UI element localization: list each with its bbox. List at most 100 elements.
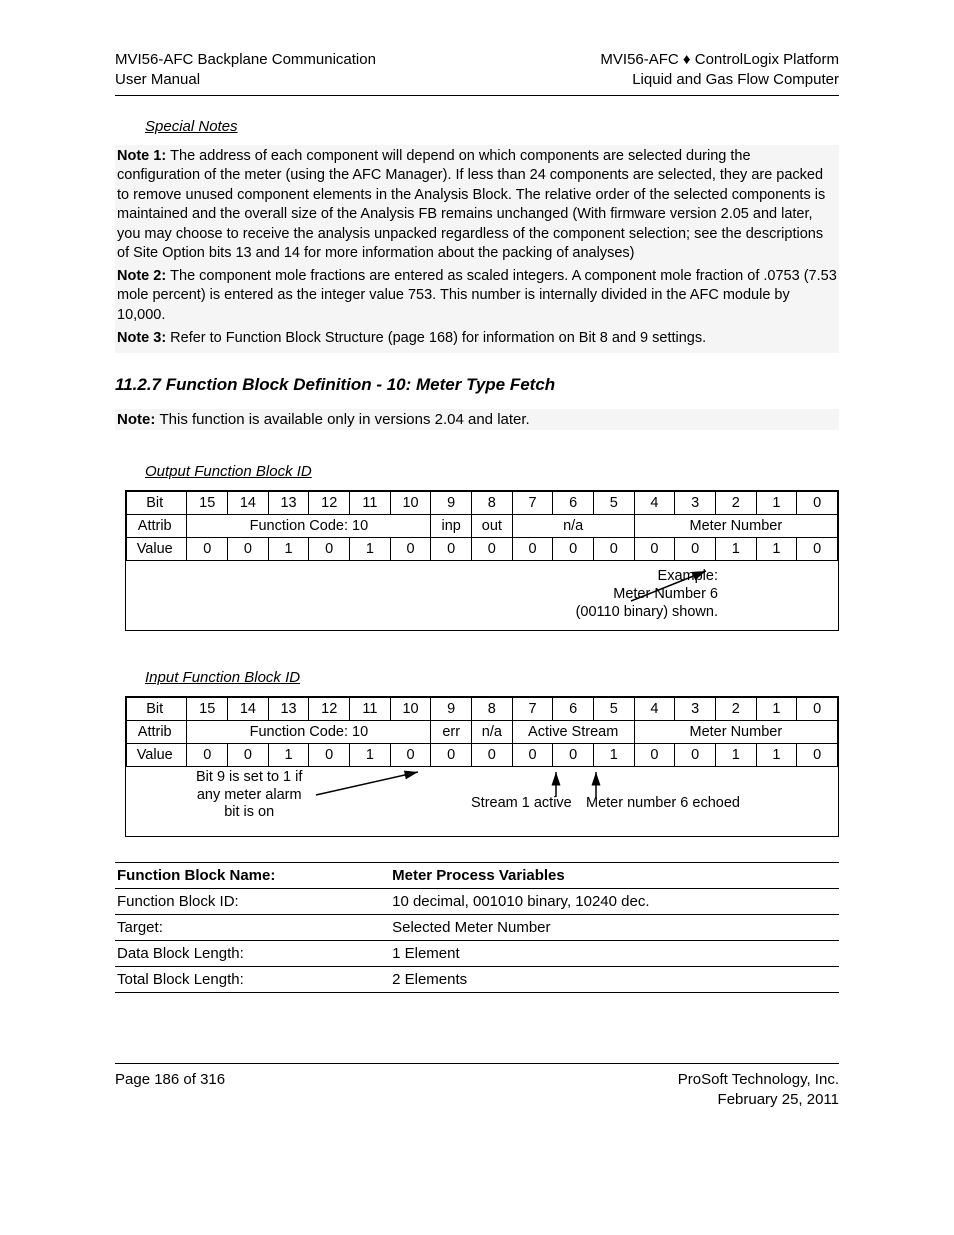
note-firmware-text: This function is available only in versi… [160, 411, 530, 428]
cell-value: 0 [675, 538, 716, 561]
cell-value: 0 [431, 744, 472, 767]
cell-bit: 8 [472, 698, 513, 721]
info-key: Total Block Length: [115, 967, 390, 993]
cell-bit: 7 [512, 698, 553, 721]
header-right-line1: MVI56-AFC ♦ ControlLogix Platform [600, 51, 839, 68]
cell-value: 1 [715, 538, 756, 561]
cell-value: 1 [268, 538, 309, 561]
cell-value: 0 [431, 538, 472, 561]
cell-bit: 5 [593, 698, 634, 721]
cell-bit: 4 [634, 492, 675, 515]
note3-label: Note 3: [117, 330, 170, 346]
cell-value: 0 [309, 538, 350, 561]
cell-bit: 13 [268, 698, 309, 721]
cell-value: 0 [512, 538, 553, 561]
input-mid-note: Stream 1 active [471, 795, 572, 811]
note1-label: Note 1: [117, 148, 170, 164]
note-firmware-label: Note: [117, 411, 160, 428]
header-rule [115, 95, 839, 96]
cell-value: 0 [512, 744, 553, 767]
note-firmware-block: Note: This function is available only in… [115, 409, 839, 430]
footer-rule [115, 1063, 839, 1064]
cell-bit: 3 [675, 698, 716, 721]
cell-value: 0 [228, 538, 269, 561]
note1-text: The address of each component will depen… [117, 148, 825, 262]
cell-bit: 6 [553, 492, 594, 515]
cell-bit: 13 [268, 492, 309, 515]
header-right-line2: Liquid and Gas Flow Computer [632, 71, 839, 88]
info-val: Meter Process Variables [390, 863, 839, 889]
cell-na: n/a [512, 515, 634, 538]
special-notes-heading: Special Notes [145, 118, 238, 135]
cell-value: 0 [797, 744, 838, 767]
cell-value-label: Value [127, 744, 187, 767]
cell-bit: 3 [675, 492, 716, 515]
note2-label: Note 2: [117, 268, 170, 284]
table-row: Attrib Function Code: 10 inp out n/a Met… [127, 515, 838, 538]
info-val: 10 decimal, 001010 binary, 10240 dec. [390, 889, 839, 915]
cell-attrib-label: Attrib [127, 721, 187, 744]
special-notes-block: Note 1: The address of each component wi… [115, 145, 839, 354]
output-annotation: Example: Meter Number 6 (00110 binary) s… [126, 561, 838, 630]
output-fb-heading: Output Function Block ID [145, 463, 312, 480]
table-row: Bit 15 14 13 12 11 10 9 8 7 6 5 4 3 2 1 … [127, 698, 838, 721]
cell-bit: 4 [634, 698, 675, 721]
cell-bit: 7 [512, 492, 553, 515]
info-key: Target: [115, 915, 390, 941]
input-annotation: Bit 9 is set to 1 if any meter alarm bit… [126, 767, 838, 836]
input-fb-table-wrap: Bit 15 14 13 12 11 10 9 8 7 6 5 4 3 2 1 … [125, 696, 839, 837]
info-key: Function Block ID: [115, 889, 390, 915]
cell-value: 0 [472, 744, 513, 767]
note2-text: The component mole fractions are entered… [117, 268, 837, 323]
info-key: Data Block Length: [115, 941, 390, 967]
table-row: Attrib Function Code: 10 err n/a Active … [127, 721, 838, 744]
output-annot-l2: Meter Number 6 [613, 586, 718, 602]
cell-bit: 15 [187, 698, 228, 721]
cell-bit: 10 [390, 492, 431, 515]
cell-value: 1 [268, 744, 309, 767]
cell-bit: 1 [756, 492, 797, 515]
cell-bit: 8 [472, 492, 513, 515]
cell-value: 0 [187, 538, 228, 561]
cell-bit: 12 [309, 698, 350, 721]
table-row: Data Block Length: 1 Element [115, 941, 839, 967]
footer-date: February 25, 2011 [718, 1091, 839, 1108]
header-left-line2: User Manual [115, 71, 200, 88]
cell-value: 1 [350, 744, 391, 767]
cell-value: 0 [390, 538, 431, 561]
cell-value: 0 [553, 538, 594, 561]
table-row: Total Block Length: 2 Elements [115, 967, 839, 993]
cell-value: 0 [472, 538, 513, 561]
cell-bit: 15 [187, 492, 228, 515]
cell-value: 1 [756, 538, 797, 561]
info-val: 2 Elements [390, 967, 839, 993]
output-fb-table: Bit 15 14 13 12 11 10 9 8 7 6 5 4 3 2 1 … [126, 491, 838, 561]
cell-value: 0 [390, 744, 431, 767]
cell-attrib-label: Attrib [127, 515, 187, 538]
cell-value-label: Value [127, 538, 187, 561]
cell-bit: 12 [309, 492, 350, 515]
cell-value: 1 [350, 538, 391, 561]
cell-bit: 9 [431, 492, 472, 515]
input-left-note-l2: any meter alarm [197, 787, 302, 803]
cell-bit: 1 [756, 698, 797, 721]
cell-func-code: Function Code: 10 [187, 721, 431, 744]
cell-value: 0 [593, 538, 634, 561]
table-row: Function Block ID: 10 decimal, 001010 bi… [115, 889, 839, 915]
cell-bit: 10 [390, 698, 431, 721]
cell-bit: 14 [228, 492, 269, 515]
cell-active-stream: Active Stream [512, 721, 634, 744]
cell-bit: 11 [350, 492, 391, 515]
cell-bit: 11 [350, 698, 391, 721]
cell-value: 0 [634, 538, 675, 561]
cell-inp: inp [431, 515, 472, 538]
header-left-line1: MVI56-AFC Backplane Communication [115, 51, 376, 68]
cell-meter-number: Meter Number [634, 721, 837, 744]
cell-value: 0 [797, 538, 838, 561]
input-fb-table: Bit 15 14 13 12 11 10 9 8 7 6 5 4 3 2 1 … [126, 697, 838, 767]
info-val: 1 Element [390, 941, 839, 967]
cell-bit-label: Bit [127, 492, 187, 515]
table-row: Function Block Name: Meter Process Varia… [115, 863, 839, 889]
input-left-note-l3: bit is on [224, 804, 274, 820]
section-heading-11-2-7: 11.2.7 Function Block Definition - 10: M… [115, 375, 839, 395]
